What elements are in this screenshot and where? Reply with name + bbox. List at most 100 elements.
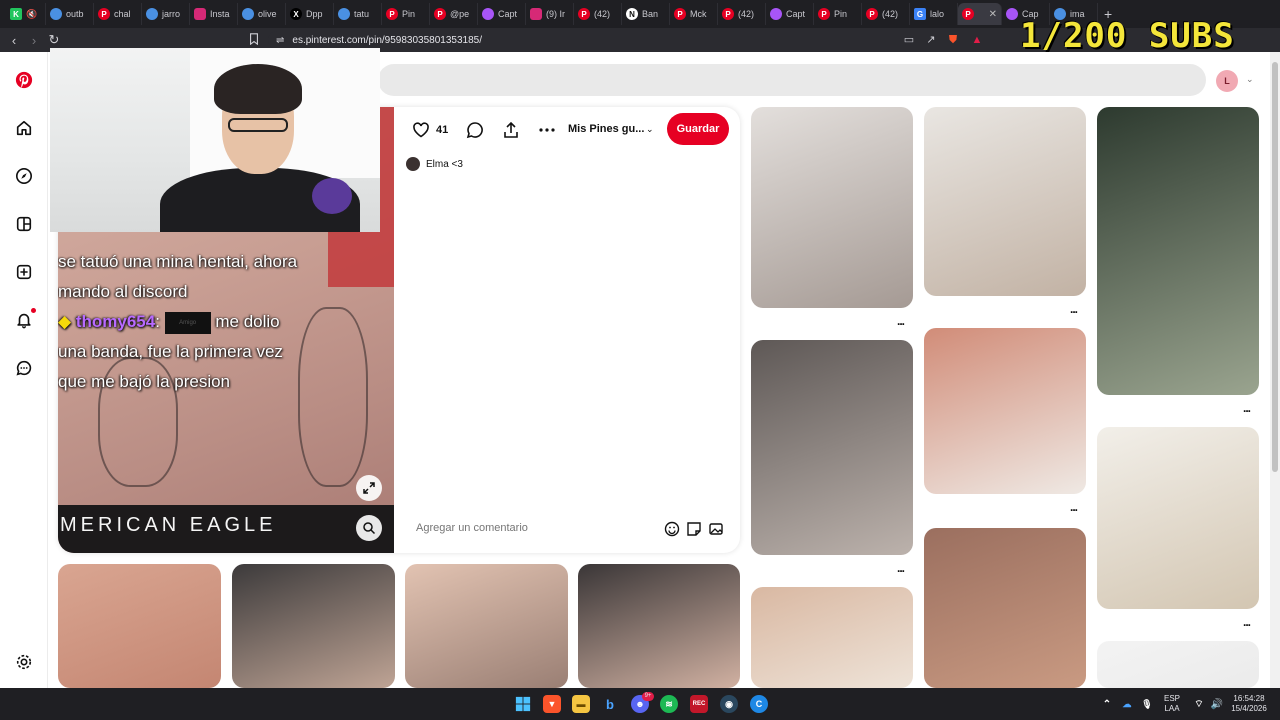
related-pin-image[interactable] xyxy=(1097,641,1259,688)
explore-compass-icon[interactable] xyxy=(14,166,34,186)
forward-icon[interactable]: › xyxy=(24,33,44,48)
screen-cast-icon[interactable]: ▭ xyxy=(902,33,916,47)
pin-more-options-icon[interactable]: ... xyxy=(1243,615,1251,629)
author-name[interactable]: Elma <3 xyxy=(426,159,463,170)
browser-tab[interactable]: olive xyxy=(238,3,286,25)
language-indicator[interactable]: ESP LAA xyxy=(1160,694,1184,714)
browser-tab[interactable]: P (42) xyxy=(574,3,622,25)
show-hidden-icons-chevron-icon[interactable]: ⌃ xyxy=(1098,695,1116,713)
brave-rewards-icon[interactable]: ▲ xyxy=(970,33,984,47)
settings-gear-icon[interactable] xyxy=(14,652,34,672)
browser-tab[interactable]: Capt xyxy=(478,3,526,25)
back-icon[interactable]: ‹ xyxy=(4,33,24,48)
related-pin-image[interactable] xyxy=(1097,107,1259,395)
close-tab-icon[interactable]: ✕ xyxy=(989,9,997,20)
browser-tab[interactable]: outb xyxy=(46,3,94,25)
related-pin-image[interactable] xyxy=(751,340,913,555)
create-pin-icon[interactable] xyxy=(14,262,34,282)
browser-tab[interactable]: N Ban xyxy=(622,3,670,25)
related-pin-image[interactable] xyxy=(58,564,221,688)
obs-recording-icon[interactable]: REC xyxy=(690,695,708,713)
browser-tab[interactable]: Capt xyxy=(766,3,814,25)
site-info-icon[interactable]: ⇌ xyxy=(276,35,284,46)
notification-badge xyxy=(31,308,36,313)
browser-tab[interactable]: P Pin xyxy=(814,3,862,25)
pinterest-icon: P xyxy=(818,8,830,20)
browser-tab[interactable]: tatu xyxy=(334,3,382,25)
browser-tab[interactable]: P Mck xyxy=(670,3,718,25)
reload-icon[interactable]: ↻ xyxy=(44,32,64,48)
comment-icon[interactable] xyxy=(466,121,484,139)
share-icon[interactable] xyxy=(502,121,520,139)
related-pin-image[interactable] xyxy=(232,564,395,688)
related-pin-image[interactable] xyxy=(924,107,1086,296)
heart-icon[interactable] xyxy=(412,121,430,139)
sticker-icon[interactable] xyxy=(686,521,702,537)
notifications-bell-icon[interactable] xyxy=(14,310,34,330)
pin-author-row[interactable]: Elma <3 xyxy=(406,157,463,171)
bookmark-icon[interactable] xyxy=(247,33,261,47)
pin-more-options-icon[interactable]: ... xyxy=(897,314,905,328)
home-icon[interactable] xyxy=(14,118,34,138)
boards-icon[interactable] xyxy=(14,214,34,234)
visual-search-icon[interactable] xyxy=(356,515,382,541)
brave-browser-icon[interactable]: ▼ xyxy=(543,695,561,713)
related-pin-image[interactable] xyxy=(751,107,913,308)
messages-icon[interactable] xyxy=(14,358,34,378)
tab-label: chal xyxy=(114,9,131,19)
share-icon[interactable]: ↗ xyxy=(924,33,938,47)
related-pin-image[interactable] xyxy=(405,564,568,688)
microphone-icon[interactable]: 🎙 xyxy=(1138,695,1156,713)
browser-tab[interactable]: X Dpp xyxy=(286,3,334,25)
bing-icon[interactable]: b xyxy=(601,695,619,713)
wifi-icon[interactable]: ⌔ xyxy=(1190,695,1208,713)
expand-image-icon[interactable] xyxy=(356,475,382,501)
save-button[interactable]: Guardar xyxy=(667,113,729,145)
ccleaner-icon[interactable]: C xyxy=(750,695,768,713)
page-scrollbar[interactable] xyxy=(1270,52,1280,688)
browser-tab[interactable]: Pchal xyxy=(94,3,142,25)
volume-icon[interactable]: 🔊 xyxy=(1208,695,1226,713)
related-pin-image[interactable] xyxy=(578,564,740,688)
browser-tab[interactable]: Insta xyxy=(190,3,238,25)
browser-tab[interactable]: P ✕ xyxy=(958,3,1002,25)
comment-input[interactable]: Agregar un comentario xyxy=(406,514,728,542)
related-pin-image[interactable] xyxy=(924,328,1086,494)
spotify-icon[interactable]: ≋ xyxy=(660,695,678,713)
pin-more-options-icon[interactable]: ... xyxy=(1070,302,1078,316)
browser-tab[interactable]: P (42) xyxy=(862,3,910,25)
avatar[interactable]: L xyxy=(1216,70,1238,92)
pinterest-icon: P xyxy=(674,8,686,20)
account-chevron-down-icon[interactable]: ⌄ xyxy=(1246,74,1254,85)
windows-start-icon[interactable] xyxy=(514,695,532,713)
chevron-down-icon[interactable]: ⌄ xyxy=(646,124,654,135)
board-select[interactable]: Mis Pines gu... xyxy=(568,123,644,135)
browser-tab[interactable]: P Pin xyxy=(382,3,430,25)
scrollbar-thumb[interactable] xyxy=(1272,62,1278,472)
pin-more-options-icon[interactable]: ... xyxy=(1070,500,1078,514)
file-explorer-icon[interactable]: ▬ xyxy=(572,695,590,713)
keyboard-layout: LAA xyxy=(1164,704,1180,713)
browser-tab[interactable]: P (42) xyxy=(718,3,766,25)
image-upload-icon[interactable] xyxy=(708,521,724,537)
browser-tab[interactable]: (9) Ir xyxy=(526,3,574,25)
related-pin-image[interactable] xyxy=(1097,427,1259,609)
pin-more-options-icon[interactable]: ... xyxy=(897,561,905,575)
system-clock[interactable]: 16:54:28 15/4/2026 xyxy=(1228,694,1270,714)
caption-line: se tatuó una mina hentai, ahora xyxy=(58,252,298,271)
more-options-icon[interactable] xyxy=(538,121,556,139)
steam-icon[interactable]: ◉ xyxy=(720,695,738,713)
browser-tab[interactable]: P @pe xyxy=(430,3,478,25)
related-pin-image[interactable] xyxy=(751,587,913,688)
author-avatar[interactable] xyxy=(406,157,420,171)
browser-tab[interactable]: jarro xyxy=(142,3,190,25)
pinterest-logo-icon[interactable] xyxy=(14,70,34,90)
tab-spotify-green[interactable]: K 🔇 xyxy=(6,3,46,25)
onedrive-cloud-icon[interactable]: ☁ xyxy=(1118,695,1136,713)
related-pin-image[interactable] xyxy=(924,528,1086,688)
emoji-icon[interactable] xyxy=(664,521,680,537)
brave-shield-icon[interactable]: ⛊ xyxy=(946,33,960,47)
browser-tab[interactable]: Glalo xyxy=(910,3,958,25)
pin-more-options-icon[interactable]: ... xyxy=(1243,401,1251,415)
search-input[interactable] xyxy=(378,64,1206,96)
